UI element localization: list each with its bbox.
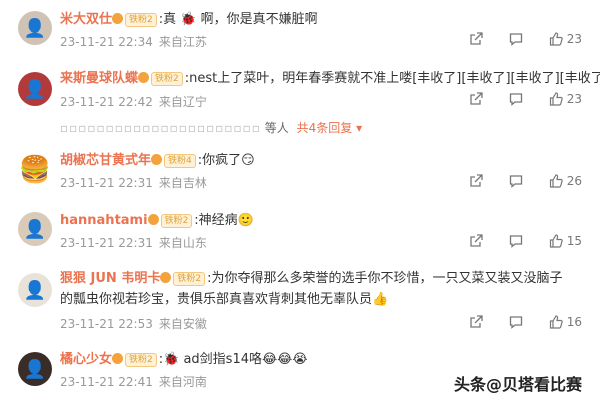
comment-meta: 23-11-21 22:31 来自山东 [60, 235, 207, 251]
share-button[interactable] [469, 32, 483, 46]
fan-badge-icon [112, 13, 124, 24]
comment-username[interactable]: 狠狠 JUN 韦明卡 [60, 271, 160, 286]
fan-badge: 铁粉2 [151, 72, 183, 86]
comment-username[interactable]: hannahtami [60, 213, 148, 228]
comment-time: 23-11-21 22:42 [60, 95, 153, 109]
comment-location: 来自辽宁 [158, 95, 207, 109]
avatar[interactable]: 🍔 [18, 153, 52, 187]
comment-actions: 23 [469, 32, 582, 46]
comment-username[interactable]: 橘心少女 [60, 352, 112, 367]
comment-text: :神经病🙂 [194, 213, 254, 228]
comment-location: 来自安徽 [158, 317, 207, 331]
thumbs-up-icon [549, 315, 563, 329]
like-button[interactable]: 15 [549, 234, 582, 248]
fan-badge-icon [151, 154, 163, 165]
share-icon [470, 234, 483, 247]
thumbs-up-icon [549, 234, 563, 248]
comment-icon [509, 316, 522, 329]
fan-badge: 铁粉4 [164, 154, 196, 168]
fan-badge: 铁粉2 [173, 272, 206, 286]
comment-text: :nest上了菜叶，明年春季赛就不准上喽[丰收了][丰收了][丰收了][丰收了] [184, 71, 600, 86]
like-button[interactable]: 26 [549, 174, 582, 188]
fan-badge-icon [112, 353, 124, 364]
thumbs-up-icon [549, 92, 563, 106]
comment-icon [509, 175, 522, 188]
comment-time: 23-11-21 22:41 [60, 375, 153, 389]
comment-location: 来自吉林 [158, 176, 207, 190]
avatar[interactable]: 👤 [18, 273, 52, 307]
comment-meta: 23-11-21 22:31 来自吉林 [60, 175, 207, 191]
comment-meta: 23-11-21 22:53 来自安徽 [60, 316, 207, 332]
comment-text: :你疯了😏 [197, 153, 255, 168]
chevron-down-icon: ▾ [356, 121, 363, 135]
comment-text: :🐞 ad剑指s14咯😂😂😭 [158, 352, 308, 367]
share-icon [470, 92, 483, 105]
reply-button[interactable] [509, 92, 523, 106]
share-button[interactable] [469, 174, 483, 188]
comment-text: :真 🐞 啊，你是真不嫌脏啊 [158, 12, 318, 27]
watermark: 头条@贝塔看比赛 [453, 375, 582, 394]
comment-username[interactable]: 胡椒芯甘黄式年 [60, 153, 151, 168]
share-button[interactable] [469, 234, 483, 248]
like-count: 15 [566, 234, 582, 248]
thumbs-up-icon [549, 32, 563, 46]
reply-avatars: ▫▫▫▫▫▫▫▫▫▫▫▫▫▫▫▫▫▫▫▫▫▫ [60, 121, 261, 135]
like-button[interactable]: 23 [549, 92, 582, 106]
comment-icon [509, 33, 522, 46]
avatar[interactable]: 👤 [18, 11, 52, 45]
comment-actions: 16 [469, 315, 582, 329]
comment-location: 来自江苏 [158, 35, 207, 49]
comment-location: 来自河南 [158, 375, 207, 389]
share-button[interactable] [469, 92, 483, 106]
comment-username[interactable]: 米大双仕 [60, 12, 112, 27]
fan-badge: 铁粉2 [160, 214, 193, 228]
comment-time: 23-11-21 22:31 [60, 236, 153, 250]
like-button[interactable]: 23 [549, 32, 582, 46]
reply-button[interactable] [509, 32, 523, 46]
like-count: 23 [566, 32, 582, 46]
comment-time: 23-11-21 22:31 [60, 176, 153, 190]
avatar[interactable]: 👤 [18, 212, 52, 246]
share-icon [470, 174, 483, 187]
comment-actions: 26 [469, 174, 582, 188]
comment-icon [509, 93, 522, 106]
fan-badge-icon [138, 72, 150, 83]
thumbs-up-icon [549, 174, 563, 188]
avatar[interactable]: 👤 [18, 72, 52, 106]
fan-badge-icon [147, 214, 159, 225]
comment-icon [509, 235, 522, 248]
comment-username[interactable]: 来斯曼球队蝶 [60, 71, 138, 86]
comment-meta: 23-11-21 22:42 来自辽宁 [60, 94, 207, 110]
fan-badge: 铁粉2 [125, 13, 157, 27]
view-replies-label: 共4条回复 [296, 121, 353, 135]
comment-time: 23-11-21 22:34 [60, 35, 153, 49]
comment-time: 23-11-21 22:53 [60, 317, 153, 331]
reply-button[interactable] [509, 315, 523, 329]
comment-meta: 23-11-21 22:34 来自江苏 [60, 34, 207, 50]
like-button[interactable]: 16 [549, 315, 582, 329]
replies-summary: ▫▫▫▫▫▫▫▫▫▫▫▫▫▫▫▫▫▫▫▫▫▫ 等人 共4条回复 ▾ [60, 118, 582, 138]
reply-button[interactable] [509, 234, 523, 248]
share-icon [470, 32, 483, 45]
like-count: 16 [566, 315, 582, 329]
reply-names-suffix: 等人 [264, 121, 289, 135]
view-replies-link[interactable]: 共4条回复 ▾ [297, 121, 363, 135]
fan-badge: 铁粉2 [125, 353, 157, 367]
share-button[interactable] [469, 315, 483, 329]
comment-actions: 15 [469, 234, 582, 248]
comment-location: 来自山东 [158, 236, 207, 250]
share-icon [470, 315, 483, 328]
fan-badge-icon [160, 272, 172, 283]
comment-actions: 23 [469, 92, 582, 106]
like-count: 26 [566, 174, 582, 188]
reply-button[interactable] [509, 174, 523, 188]
avatar[interactable]: 👤 [18, 352, 52, 386]
like-count: 23 [566, 92, 582, 106]
comment-meta: 23-11-21 22:41 来自河南 [60, 374, 207, 390]
